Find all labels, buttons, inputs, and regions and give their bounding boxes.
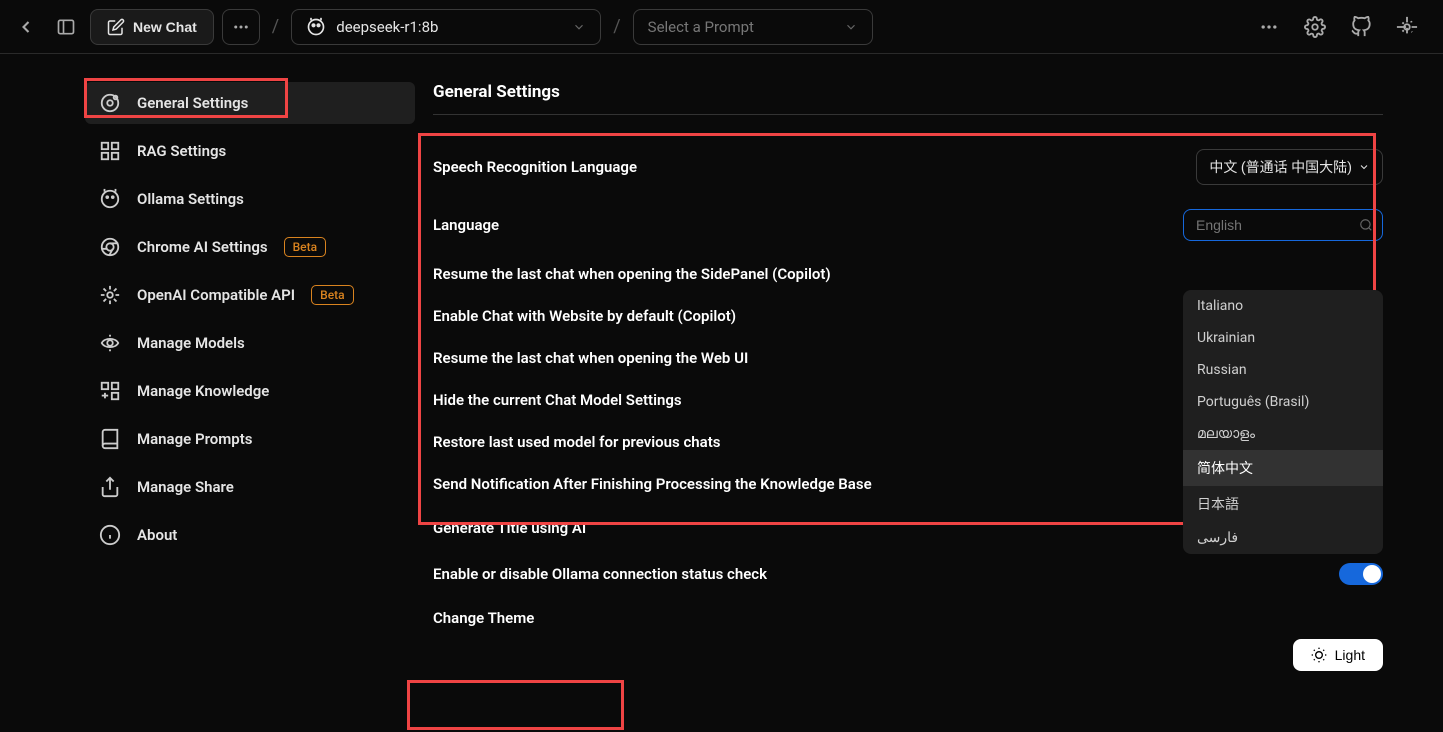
setting-row-speech-lang: Speech Recognition Language 中文 (普通话 中国大陆… xyxy=(433,137,1383,197)
model-selector[interactable]: deepseek-r1:8b xyxy=(291,9,601,45)
github-button[interactable] xyxy=(1345,11,1377,43)
page-title: General Settings xyxy=(433,82,1383,102)
model-icon xyxy=(306,17,326,37)
edit-icon xyxy=(107,18,125,36)
more-dots-button[interactable] xyxy=(1253,11,1285,43)
setting-label: Speech Recognition Language xyxy=(433,158,637,176)
setting-label: Language xyxy=(433,216,499,234)
light-theme-button[interactable]: Light xyxy=(1293,639,1383,671)
back-button[interactable] xyxy=(10,11,42,43)
sidebar-item-label: Manage Prompts xyxy=(137,430,252,448)
about-icon xyxy=(99,524,121,546)
share-icon xyxy=(99,476,121,498)
general-settings-icon xyxy=(99,92,121,114)
sidebar-item-manage-knowledge[interactable]: Manage Knowledge xyxy=(85,370,415,412)
setting-label: Hide the current Chat Model Settings xyxy=(433,391,682,409)
setting-label: Enable Chat with Website by default (Cop… xyxy=(433,307,736,325)
language-option-portuguese[interactable]: Português (Brasil) xyxy=(1183,386,1383,418)
sidebar-item-ollama-settings[interactable]: Ollama Settings xyxy=(85,178,415,220)
breadcrumb-separator: / xyxy=(268,16,283,37)
language-search-wrap xyxy=(1183,209,1383,241)
prompt-selector[interactable]: Select a Prompt xyxy=(633,9,873,45)
language-search-input[interactable] xyxy=(1183,209,1383,241)
setting-label: Generate Title using AI xyxy=(433,519,586,537)
prompts-icon xyxy=(99,428,121,450)
sidebar-item-label: OpenAI Compatible API xyxy=(137,286,295,304)
sidebar-item-label: RAG Settings xyxy=(137,142,226,160)
new-chat-button[interactable]: New Chat xyxy=(90,9,214,45)
settings-cog-button[interactable] xyxy=(1391,11,1423,43)
sidebar-item-general-settings[interactable]: General Settings xyxy=(85,82,415,124)
setting-row-resume-sidepanel: Resume the last chat when opening the Si… xyxy=(433,253,1383,295)
top-bar: New Chat / deepseek-r1:8b / Select a Pro… xyxy=(0,0,1443,54)
setting-label: Resume the last chat when opening the We… xyxy=(433,349,748,367)
setting-label: Enable or disable Ollama connection stat… xyxy=(433,565,767,583)
setting-row-language: Language xyxy=(433,197,1383,253)
prompt-placeholder: Select a Prompt xyxy=(648,18,754,36)
sidebar-item-label: Ollama Settings xyxy=(137,190,244,208)
new-chat-label: New Chat xyxy=(133,19,197,35)
language-option-simplified-chinese[interactable]: 简体中文 简体中文 xyxy=(1183,450,1383,486)
setting-label: Resume the last chat when opening the Si… xyxy=(433,265,831,283)
sidebar: General Settings RAG Settings Ollama Set… xyxy=(0,54,415,732)
sidebar-item-manage-prompts[interactable]: Manage Prompts xyxy=(85,418,415,460)
setting-row-change-theme: Change Theme xyxy=(433,597,1383,639)
ollama-check-toggle[interactable] xyxy=(1339,563,1383,585)
models-icon xyxy=(99,332,121,354)
sidebar-item-label: Chrome AI Settings xyxy=(137,238,268,256)
sidebar-item-openai-api[interactable]: OpenAI Compatible API Beta xyxy=(85,274,415,316)
sidebar-item-manage-share[interactable]: Manage Share xyxy=(85,466,415,508)
language-option-japanese[interactable]: 日本語 xyxy=(1183,486,1383,522)
sidebar-item-chrome-ai[interactable]: Chrome AI Settings Beta xyxy=(85,226,415,268)
chrome-icon xyxy=(99,236,121,258)
sidebar-item-manage-models[interactable]: Manage Models xyxy=(85,322,415,364)
language-option-farsi[interactable]: فارسی xyxy=(1183,522,1383,554)
speech-language-selector[interactable]: 中文 (普通话 中国大陆) xyxy=(1196,149,1383,185)
panel-toggle-button[interactable] xyxy=(50,11,82,43)
settings-gear-button[interactable] xyxy=(1299,11,1331,43)
sidebar-item-label: Manage Share xyxy=(137,478,234,496)
language-option-italiano[interactable]: Italiano xyxy=(1183,290,1383,322)
chevron-down-icon xyxy=(572,20,586,34)
beta-badge: Beta xyxy=(284,237,326,257)
speech-lang-value: 中文 (普通话 中国大陆) xyxy=(1209,157,1352,177)
light-btn-label: Light xyxy=(1335,647,1365,663)
setting-label: Send Notification After Finishing Proces… xyxy=(433,475,872,493)
model-name: deepseek-r1:8b xyxy=(336,18,438,36)
top-bar-right xyxy=(1253,11,1433,43)
openai-icon xyxy=(99,284,121,306)
setting-row-ollama-check: Enable or disable Ollama connection stat… xyxy=(433,551,1383,597)
setting-label: Restore last used model for previous cha… xyxy=(433,433,720,451)
language-dropdown-menu: Italiano Ukrainian Russian Português (Br… xyxy=(1183,290,1383,554)
sidebar-item-label: General Settings xyxy=(137,94,248,112)
sun-icon xyxy=(1311,647,1327,663)
sidebar-item-label: Manage Models xyxy=(137,334,245,352)
sidebar-item-label: Manage Knowledge xyxy=(137,382,269,400)
language-option-ukrainian[interactable]: Ukrainian xyxy=(1183,322,1383,354)
more-menu-button[interactable] xyxy=(222,9,260,45)
sidebar-item-about[interactable]: About xyxy=(85,514,415,556)
knowledge-icon xyxy=(99,380,121,402)
ollama-icon xyxy=(99,188,121,210)
chevron-down-icon xyxy=(1358,161,1370,173)
setting-label: Change Theme xyxy=(433,609,534,627)
divider xyxy=(433,114,1383,115)
setting-row-light: Light xyxy=(433,639,1383,683)
breadcrumb-separator: / xyxy=(609,16,624,37)
search-icon xyxy=(1359,218,1373,232)
sidebar-item-label: About xyxy=(137,526,177,544)
rag-icon xyxy=(99,140,121,162)
chevron-down-icon xyxy=(844,20,858,34)
language-option-russian[interactable]: Russian xyxy=(1183,354,1383,386)
beta-badge: Beta xyxy=(311,285,353,305)
sidebar-item-rag-settings[interactable]: RAG Settings xyxy=(85,130,415,172)
language-option-malayalam[interactable]: മലയാളം xyxy=(1183,418,1383,450)
